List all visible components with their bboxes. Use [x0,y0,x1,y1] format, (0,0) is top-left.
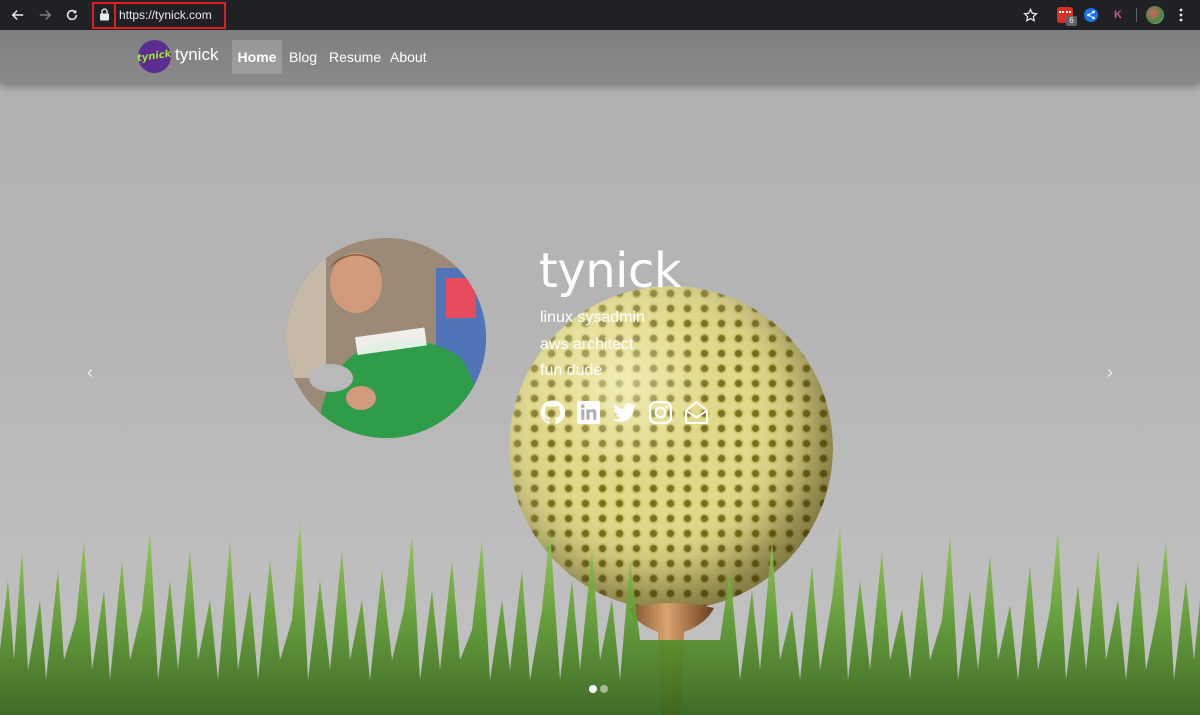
carousel-indicator[interactable] [589,685,597,693]
github-icon[interactable] [540,400,566,425]
k-extension-icon[interactable]: K [1110,7,1126,23]
hero-tagline-2: aws architect [540,336,634,353]
site-navbar: tynick tynick Home Blog Resume About [0,30,1200,83]
linkedin-icon[interactable] [576,400,601,425]
carousel-indicators [589,685,608,693]
carousel-prev-button[interactable]: ‹ [80,362,100,383]
brand-logo-text: tynick [136,48,173,65]
back-arrow-icon[interactable] [10,7,26,23]
nav-item-about[interactable]: About [384,40,433,74]
nav-item-home[interactable]: Home [232,40,282,74]
profile-photo [286,238,486,438]
address-bar-url[interactable]: https://tynick.com [119,8,212,22]
lock-icon[interactable] [99,8,110,21]
carousel-next-button[interactable]: › [1100,362,1120,383]
hero-tagline-3: fun dude [540,362,603,379]
instagram-icon[interactable] [648,400,673,425]
carousel-indicator[interactable] [600,685,608,693]
twitter-icon[interactable] [612,400,637,425]
menu-icon[interactable] [1178,8,1184,22]
nav-item-blog[interactable]: Blog [283,40,323,74]
email-icon[interactable] [684,400,709,425]
star-icon[interactable] [1023,8,1038,23]
share-icon[interactable] [1083,7,1099,23]
forward-arrow-icon[interactable] [37,7,53,23]
brand-logo[interactable]: tynick [136,40,173,73]
page: tynick tynick Home Blog Resume About ‹ › [0,30,1200,715]
reload-icon[interactable] [64,7,80,23]
brand-name[interactable]: tynick [175,45,218,65]
social-links [540,400,709,425]
browser-toolbar: https://tynick.com 6 K [0,0,1200,30]
extension-badge: 6 [1066,16,1077,26]
profile-icon[interactable] [1146,6,1164,24]
hero-tagline-1: linux sysadmin [540,309,645,326]
nav-item-resume[interactable]: Resume [323,40,387,74]
hero-title: tynick [539,243,682,299]
toolbar-divider [1136,8,1137,22]
